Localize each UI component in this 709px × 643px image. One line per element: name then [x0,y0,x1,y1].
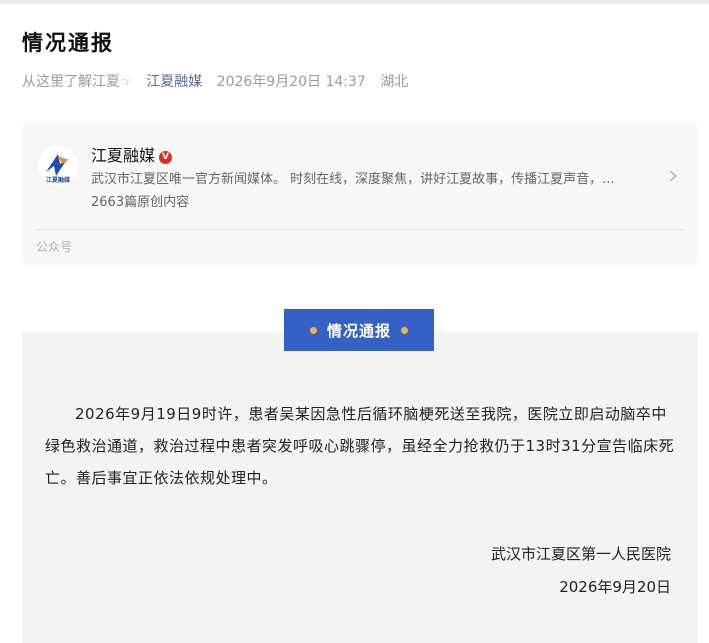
top-divider [0,0,709,4]
article-page: 情况通报 从这里了解江夏☞ 江夏融媒 2026年9月20日 14:37 湖北 江… [0,0,709,643]
notice-body: 2026年9月19日9时许，患者吴某因急性后循环脑梗死送至我院，医院立即启动脑卒… [45,405,675,487]
banner-dot-icon [309,326,317,334]
notice-banner: 情况通报 [284,309,434,351]
logo-graphic: 江夏融媒 [46,154,71,184]
location-prompt[interactable]: 从这里了解江夏 [22,74,120,90]
chevron-right-icon[interactable] [666,168,680,184]
banner-label: 情况通报 [326,321,391,340]
publish-region: 湖北 [380,74,409,90]
signature-org: 武汉市江夏区第一人民医院 [490,545,671,563]
account-description: 武汉市江夏区唯一官方新闻媒体。 时刻在线，深度聚焦，讲好江夏故事，传播江夏声音，… [91,172,615,187]
account-card[interactable]: 江夏融媒 江夏融媒 V 武汉市江夏区唯一官方新闻媒体。 时刻在线，深度聚焦，讲好江… [22,123,698,265]
signature-date: 2026年9月20日 [559,578,671,596]
article-title: 情况通报 [22,31,114,55]
banner-dot-icon [401,326,408,334]
publish-datetime: 2026年9月20日 14:37 [216,74,366,90]
account-logo-icon: 江夏融媒 [38,146,78,186]
original-count: 2663篇原创内容 [91,195,190,210]
account-name: 江夏融媒 [91,146,156,165]
logo-text: 江夏融媒 [46,176,71,184]
account-link[interactable]: 江夏融媒 [146,74,202,90]
article-meta: 从这里了解江夏☞ 江夏融媒 2026年9月20日 14:37 湖北 [22,71,408,91]
pointing-hand-icon: ☞ [121,75,132,89]
card-divider [36,229,684,230]
verified-badge-icon: V [159,151,173,164]
account-name-row: 江夏融媒 V [91,142,173,166]
card-footer-label: 公众号 [36,240,73,254]
